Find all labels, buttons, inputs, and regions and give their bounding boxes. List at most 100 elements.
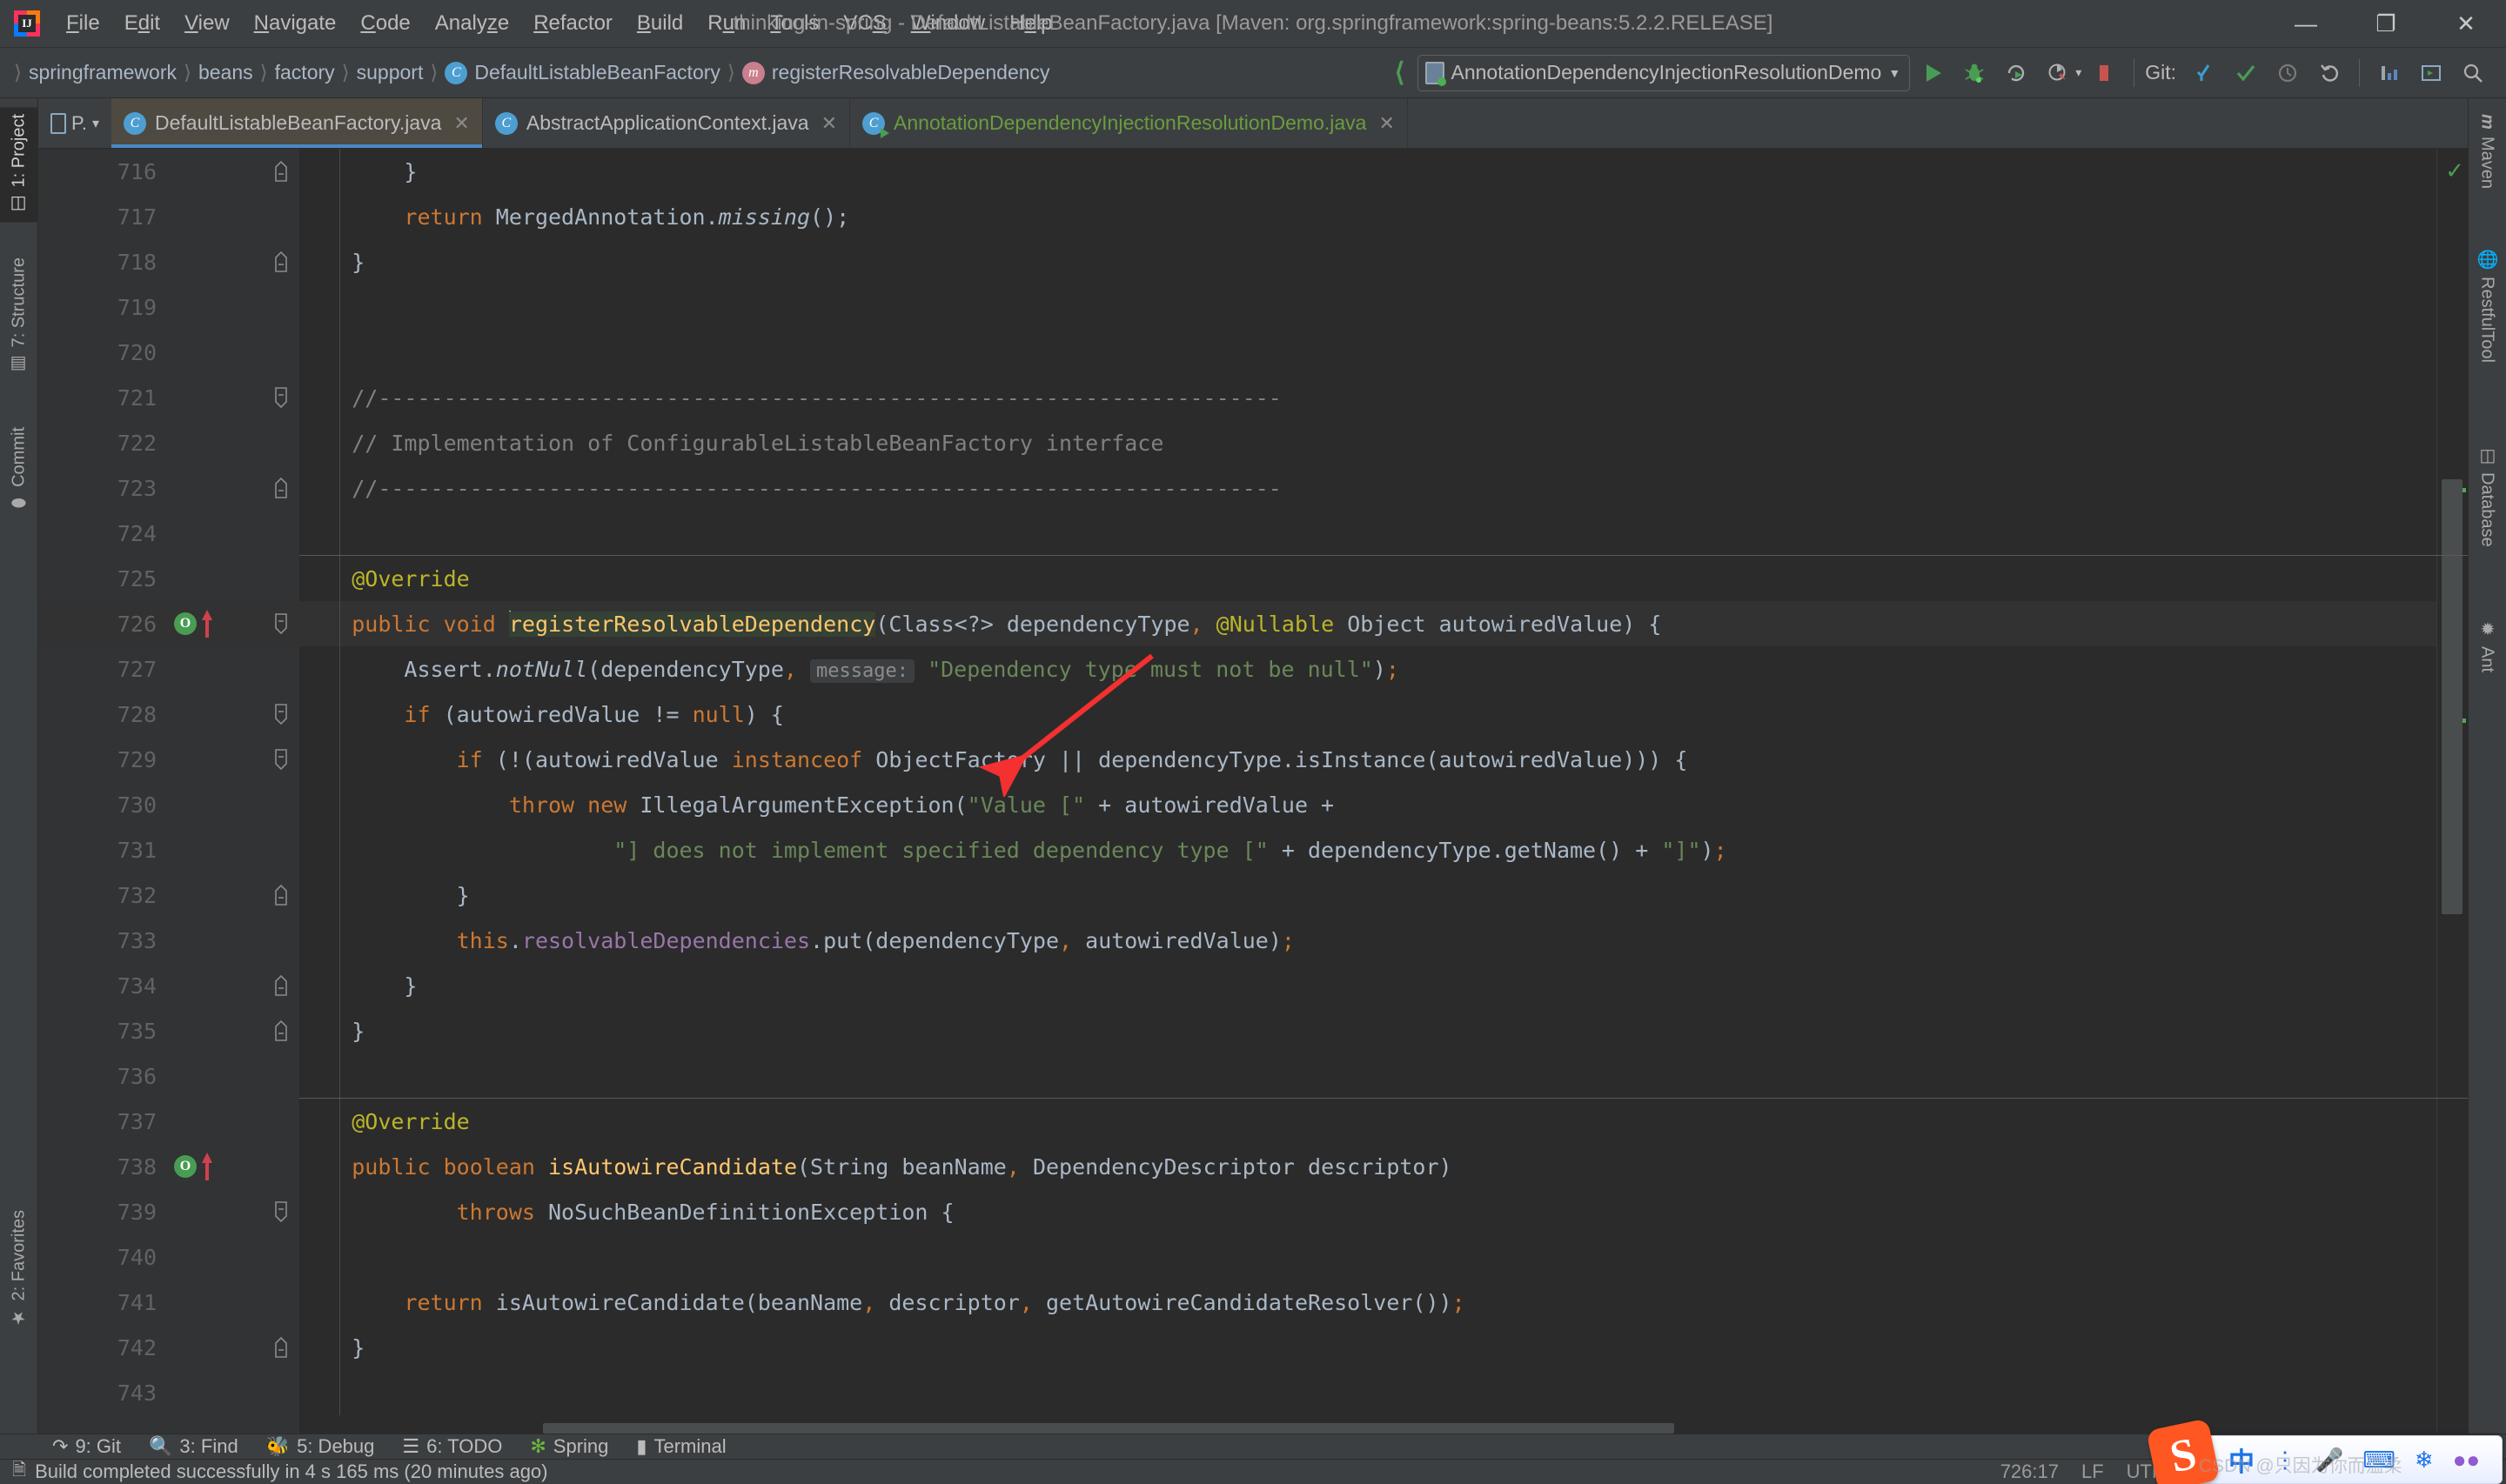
code-line[interactable]: 731 "] does not implement specified depe…: [38, 827, 2468, 872]
implementing-method-arrow-icon[interactable]: [202, 610, 212, 638]
tab-abstract-application-context[interactable]: C AbstractApplicationContext.java ✕: [483, 98, 851, 148]
code-line[interactable]: 742 }: [38, 1325, 2468, 1370]
code-line[interactable]: 728 if (autowiredValue != null) {: [38, 692, 2468, 737]
horizontal-scrollbar-thumb[interactable]: [543, 1423, 1674, 1434]
editor-marker-gutter[interactable]: ✓: [2436, 149, 2468, 1434]
breadcrumb-item-factory[interactable]: factory: [270, 59, 340, 86]
code-line[interactable]: 717 return MergedAnnotation.missing();: [38, 194, 2468, 239]
fold-end-icon[interactable]: [271, 251, 291, 272]
code-text[interactable]: public boolean isAutowireCandidate(Strin…: [299, 1154, 1451, 1180]
sidebar-item-favorites[interactable]: ★ 2: Favorites: [0, 1203, 38, 1335]
fold-start-icon[interactable]: [271, 1201, 291, 1223]
minimize-button[interactable]: —: [2266, 0, 2346, 48]
gutter-markers[interactable]: O: [169, 1144, 299, 1189]
gutter-markers[interactable]: [169, 918, 299, 963]
code-line[interactable]: 743: [38, 1370, 2468, 1415]
breadcrumb-item-method[interactable]: m registerResolvableDependency: [737, 59, 1055, 86]
gutter-markers[interactable]: [169, 284, 299, 330]
gutter-markers[interactable]: [169, 511, 299, 556]
code-text[interactable]: if (autowiredValue != null) {: [299, 702, 784, 727]
gutter-markers[interactable]: [169, 1053, 299, 1099]
overriding-method-icon[interactable]: O: [174, 612, 197, 635]
code-text[interactable]: public void registerResolvableDependency…: [299, 611, 1661, 637]
code-line[interactable]: 729 if (!(autowiredValue instanceof Obje…: [38, 737, 2468, 782]
code-text[interactable]: //--------------------------------------…: [299, 476, 1282, 501]
gutter-markers[interactable]: [169, 1189, 299, 1234]
sidebar-item-commit[interactable]: ⬬ Commit: [0, 420, 38, 518]
terminal-button[interactable]: [2412, 54, 2450, 92]
gutter-markers[interactable]: [169, 872, 299, 918]
code-line[interactable]: 741 return isAutowireCandidate(beanName,…: [38, 1280, 2468, 1325]
code-line[interactable]: 722 // Implementation of ConfigurableLis…: [38, 420, 2468, 465]
code-text[interactable]: }: [299, 1335, 365, 1360]
close-icon[interactable]: ✕: [1378, 112, 1394, 135]
menu-window[interactable]: Window: [899, 8, 997, 39]
gutter-markers[interactable]: O: [169, 601, 299, 646]
gutter-markers[interactable]: [169, 556, 299, 601]
menu-refactor[interactable]: Refactor: [521, 8, 625, 39]
profile-dropdown-icon[interactable]: ▾: [2075, 65, 2081, 80]
bottom-item-find[interactable]: 🔍 3: Find: [135, 1435, 252, 1458]
sidebar-item-database[interactable]: ◫ Database: [2468, 438, 2506, 554]
menu-file[interactable]: File: [54, 8, 112, 39]
sogou-ime-toolbar[interactable]: S 中 ⋮ 🎤 ⌨ ❄ ●● CSDN @只因为你而温柔: [2146, 1418, 2503, 1484]
structure-button[interactable]: [2370, 54, 2409, 92]
code-line[interactable]: 736: [38, 1053, 2468, 1099]
implementing-method-arrow-icon[interactable]: [202, 1153, 212, 1180]
code-text[interactable]: Assert.notNull(dependencyType, message: …: [299, 657, 1399, 683]
gutter-markers[interactable]: [169, 375, 299, 420]
code-line[interactable]: 738 O public boolean isAutowireCandidate(…: [38, 1144, 2468, 1189]
profile-button[interactable]: [2039, 54, 2077, 92]
code-line[interactable]: 716 }: [38, 149, 2468, 194]
dot-icon[interactable]: ⋮: [2274, 1447, 2296, 1474]
keyboard-icon[interactable]: ⌨: [2362, 1447, 2395, 1474]
gutter-markers[interactable]: [169, 782, 299, 827]
caret-position[interactable]: 726:17: [2000, 1461, 2059, 1483]
bowtie-icon[interactable]: ❄: [2415, 1447, 2434, 1474]
ime-language-mode[interactable]: 中: [2228, 1441, 2255, 1479]
code-line[interactable]: 739 throws NoSuchBeanDefinitionException…: [38, 1189, 2468, 1234]
run-with-coverage-button[interactable]: [1997, 54, 2035, 92]
gutter-markers[interactable]: [169, 420, 299, 465]
gutter-markers[interactable]: [169, 1280, 299, 1325]
bottom-item-todo[interactable]: ☰ 6: TODO: [388, 1435, 516, 1458]
code-line[interactable]: 737 @Override: [38, 1099, 2468, 1144]
code-line[interactable]: 735 }: [38, 1008, 2468, 1053]
chevron-left-icon[interactable]: ⟨: [1386, 57, 1414, 88]
code-text[interactable]: //--------------------------------------…: [299, 385, 1282, 411]
gutter-markers[interactable]: [169, 239, 299, 284]
code-text[interactable]: }: [299, 159, 417, 184]
sidebar-item-ant[interactable]: ✹ Ant: [2468, 612, 2506, 679]
code-text[interactable]: @Override: [299, 1109, 469, 1134]
breadcrumb-item-springframework[interactable]: springframework: [23, 59, 182, 86]
code-text[interactable]: "] does not implement specified dependen…: [299, 838, 1726, 863]
sidebar-item-restfultool[interactable]: 🌐 RestfulTool: [2468, 242, 2506, 370]
git-update-project-button[interactable]: [2185, 54, 2223, 92]
sogou-logo-icon[interactable]: S: [2146, 1418, 2221, 1484]
gutter-markers[interactable]: [169, 737, 299, 782]
git-history-button[interactable]: [2268, 54, 2307, 92]
breadcrumb-item-beans[interactable]: beans: [193, 59, 258, 86]
breadcrumb-item-support[interactable]: support: [352, 59, 429, 86]
project-tab-chip[interactable]: P. ▾: [38, 98, 111, 148]
code-line[interactable]: 719: [38, 284, 2468, 330]
code-line[interactable]: 727 Assert.notNull(dependencyType, messa…: [38, 646, 2468, 692]
bottom-item-spring[interactable]: ✻ Spring: [516, 1435, 622, 1458]
code-line[interactable]: 730 throw new IllegalArgumentException("…: [38, 782, 2468, 827]
code-text[interactable]: @Override: [299, 566, 469, 592]
microphone-icon[interactable]: 🎤: [2315, 1447, 2343, 1474]
bottom-item-git[interactable]: ↷ 9: Git: [38, 1435, 135, 1458]
tab-default-listable-bean-factory[interactable]: C DefaultListableBeanFactory.java ✕: [111, 98, 483, 148]
code-text[interactable]: if (!(autowiredValue instanceof ObjectFa…: [299, 747, 1688, 772]
code-text[interactable]: throws NoSuchBeanDefinitionException {: [299, 1200, 955, 1225]
gutter-markers[interactable]: [169, 1325, 299, 1370]
search-everywhere-button[interactable]: [2454, 54, 2492, 92]
sidebar-item-structure[interactable]: ▤ 7: Structure: [0, 251, 38, 382]
menu-navigate[interactable]: Navigate: [242, 8, 349, 39]
gutter-markers[interactable]: [169, 1008, 299, 1053]
code-lines-container[interactable]: 716 } 717 return MergedAnnotation.missing…: [38, 149, 2468, 1434]
bottom-item-terminal[interactable]: ▮ Terminal: [622, 1435, 740, 1458]
sidebar-item-project[interactable]: ◫ 1: Project: [0, 107, 38, 223]
gutter-markers[interactable]: [169, 1370, 299, 1415]
fold-start-icon[interactable]: [271, 749, 291, 771]
